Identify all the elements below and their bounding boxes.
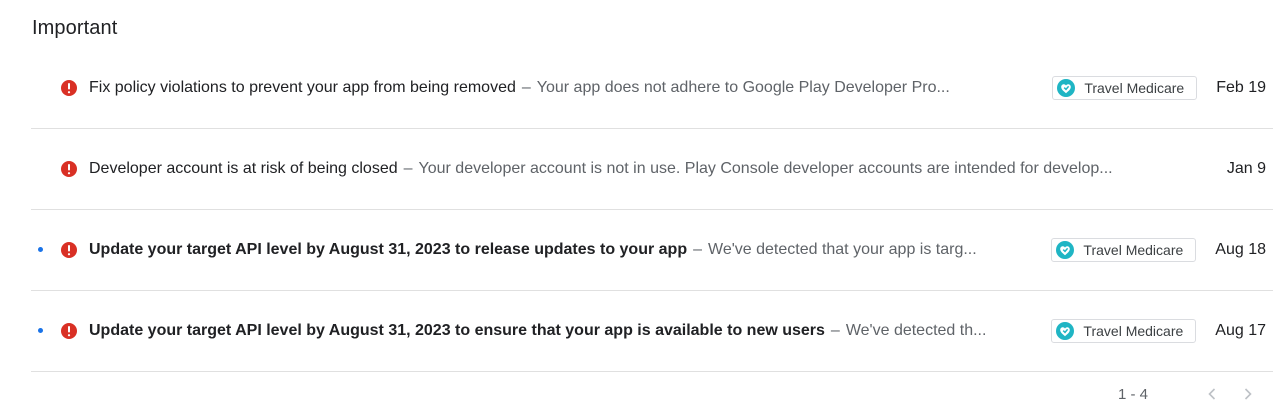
separator: – (521, 79, 531, 96)
error-icon (60, 241, 78, 259)
app-logo-icon (1055, 77, 1077, 99)
message-date: Aug 17 (1215, 322, 1266, 339)
list-item[interactable]: Fix policy violations to prevent your ap… (31, 48, 1273, 129)
app-chip[interactable]: Travel Medicare (1051, 319, 1197, 343)
unread-dot-icon (38, 328, 43, 333)
inbox-list: Fix policy violations to prevent your ap… (31, 48, 1273, 372)
app-chip[interactable]: Travel Medicare (1052, 76, 1198, 100)
app-chip[interactable]: Travel Medicare (1051, 238, 1197, 262)
list-item[interactable]: Update your target API level by August 3… (31, 291, 1273, 372)
app-logo-icon (1054, 239, 1076, 261)
section-title: Important (32, 17, 118, 39)
unread-indicator-slot (31, 291, 51, 371)
message-date: Aug 18 (1215, 241, 1266, 258)
unread-indicator-slot (31, 48, 51, 128)
list-item[interactable]: Update your target API level by August 3… (31, 210, 1273, 291)
separator: – (830, 322, 840, 339)
app-name: Travel Medicare (1083, 323, 1184, 339)
message-text: Update your target API level by August 3… (89, 240, 1029, 260)
message-snippet: Your developer account is not in use. Pl… (418, 160, 1113, 177)
message-date: Jan 9 (1226, 160, 1266, 177)
message-text: Update your target API level by August 3… (89, 321, 1029, 341)
message-subject: Fix policy violations to prevent your ap… (89, 79, 516, 96)
error-icon (60, 79, 78, 97)
app-name: Travel Medicare (1083, 242, 1184, 258)
unread-indicator-slot (31, 129, 51, 209)
chevron-left-icon[interactable] (1200, 382, 1224, 406)
chevron-right-icon[interactable] (1236, 382, 1260, 406)
error-icon (60, 160, 78, 178)
message-snippet: Your app does not adhere to Google Play … (536, 79, 950, 96)
separator: – (693, 241, 702, 258)
unread-indicator-slot (31, 210, 51, 290)
app-logo-icon (1054, 320, 1076, 342)
message-snippet: We've detected that your app is targ... (708, 241, 977, 258)
app-name: Travel Medicare (1084, 80, 1185, 96)
pagination: 1 - 4 (1118, 382, 1260, 406)
list-item[interactable]: Developer account is at risk of being cl… (31, 129, 1273, 210)
message-subject: Developer account is at risk of being cl… (89, 160, 398, 177)
separator: – (403, 160, 413, 177)
message-date: Feb 19 (1216, 79, 1266, 96)
message-subject: Update your target API level by August 3… (89, 241, 688, 258)
message-snippet: We've detected th... (845, 322, 987, 339)
unread-dot-icon (38, 247, 43, 252)
message-text: Fix policy violations to prevent your ap… (89, 78, 1030, 98)
message-subject: Update your target API level by August 3… (89, 322, 825, 339)
error-icon (60, 322, 78, 340)
message-text: Developer account is at risk of being cl… (89, 159, 1207, 179)
